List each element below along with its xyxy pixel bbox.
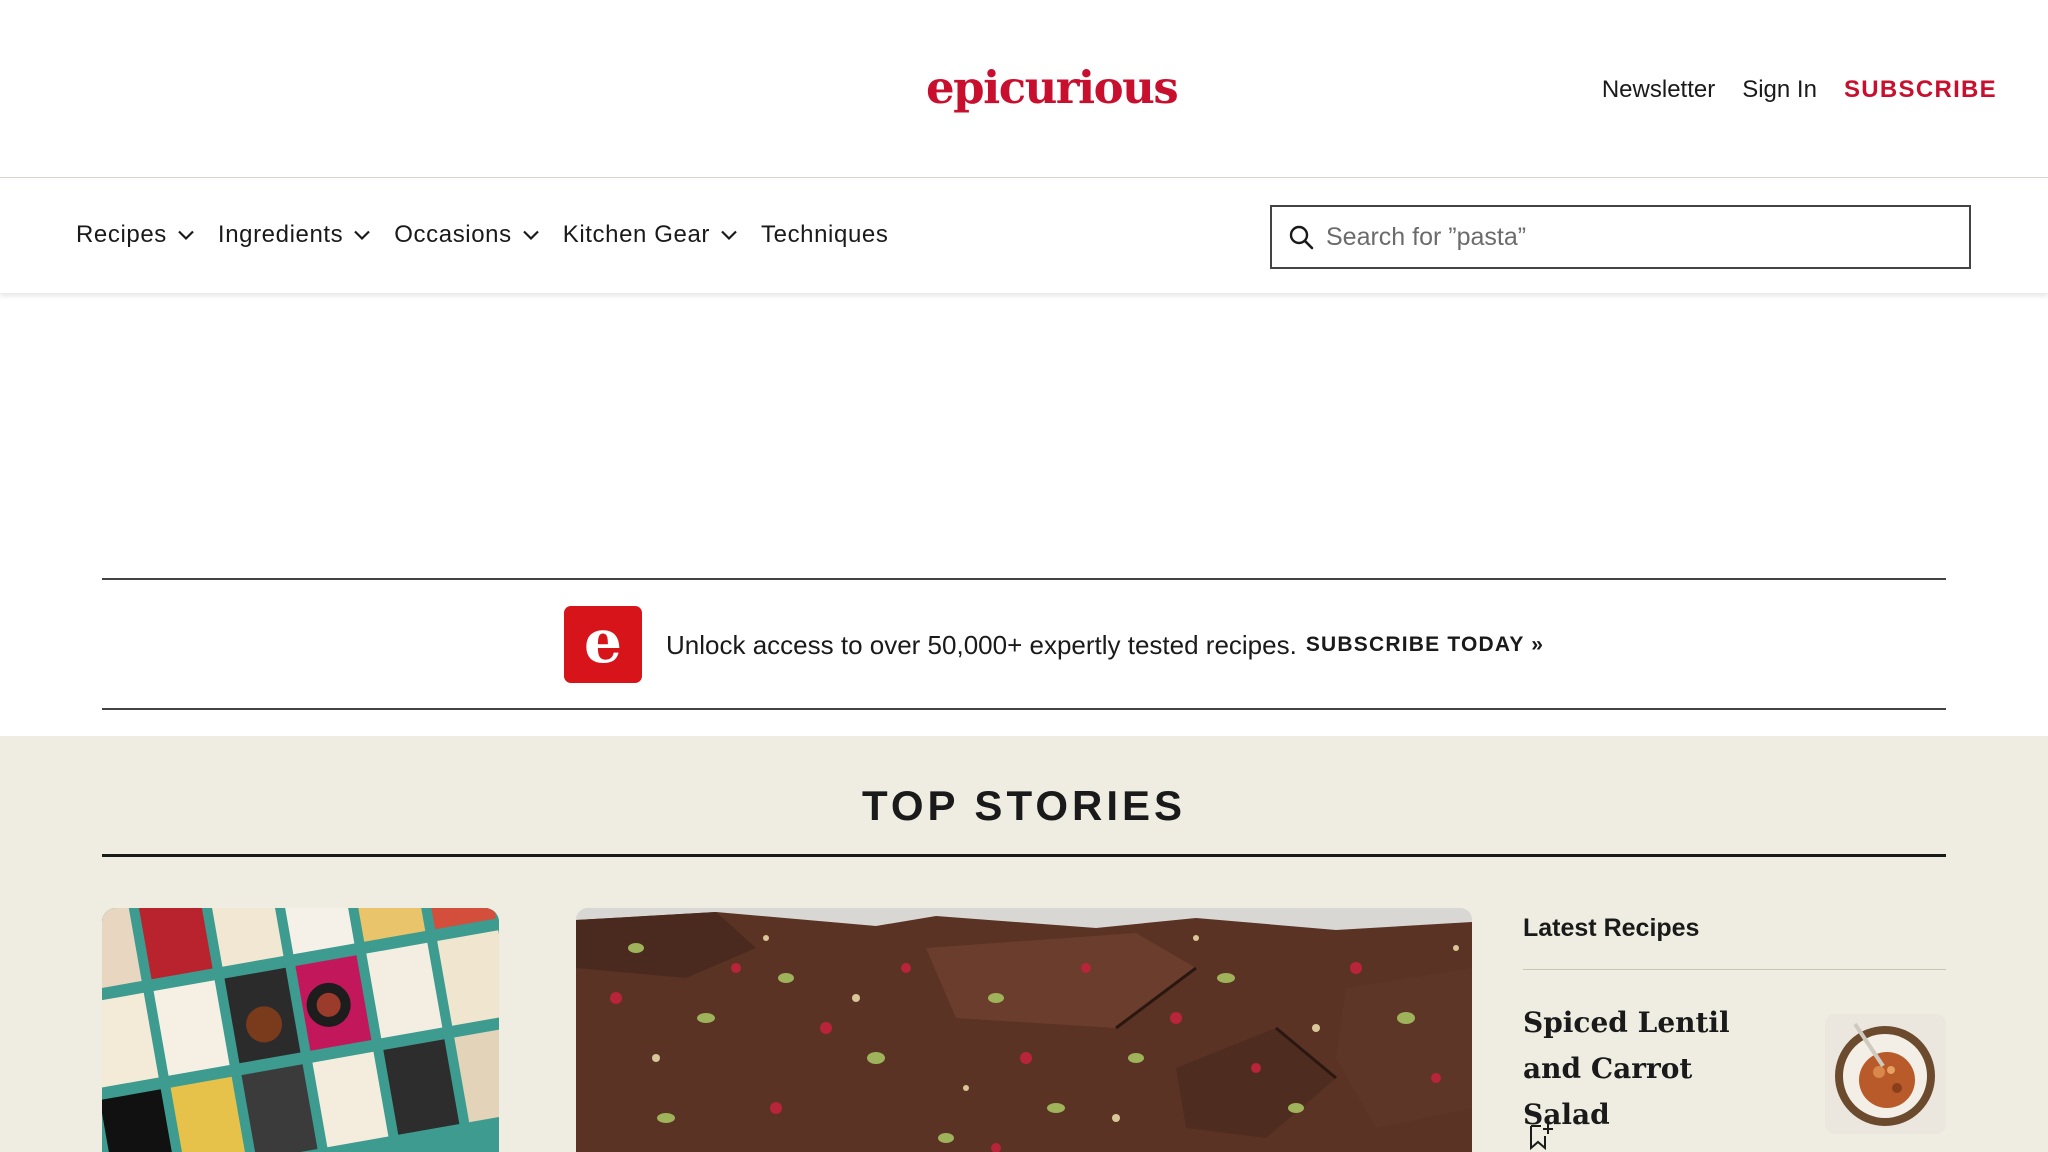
main-nav-bar: Recipes Ingredients Occasions Kitchen Ge… [0,179,2048,293]
account-links: Newsletter Sign In SUBSCRIBE [1602,74,1997,106]
recipe-thumbnail[interactable] [1825,1014,1946,1134]
site-header: epicurious Newsletter Sign In SUBSCRIBE [0,0,2048,178]
bookmark-plus-icon[interactable] [1527,1122,1555,1150]
latest-recipes-panel: Latest Recipes Spiced Lentil and Carrot … [1523,908,1946,1150]
nav-item-label: Ingredients [217,221,344,248]
sign-in-link[interactable]: Sign In [1742,74,1817,106]
chevron-down-icon [522,230,539,241]
nav-item-label: Occasions [394,221,512,248]
section-title: TOP STORIES [861,782,1187,829]
logo-letter: e [583,607,623,677]
search-icon[interactable] [1287,223,1315,251]
subscribe-today-link[interactable]: SUBSCRIBE TODAY » [1306,628,1544,662]
promo-text: Unlock access to over 50,000+ expertly t… [666,629,1297,660]
nav-item-label: Kitchen Gear [562,221,711,248]
chevron-down-icon [178,230,194,241]
cookbooks-story-card[interactable] [102,908,499,1152]
top-stories-section: TOP STORIES Latest Recipes Spiced Lentil… [0,736,2048,1152]
nav-item-occasions[interactable]: Occasions [394,219,540,251]
search-input[interactable] [1326,212,1946,262]
chevron-down-icon [721,230,737,241]
subscribe-link[interactable]: SUBSCRIBE [1844,74,1997,106]
promo-content: e Unlock access to over 50,000+ expertly… [564,606,1544,683]
newsletter-link[interactable]: Newsletter [1602,74,1715,106]
recipe-title[interactable]: Spiced Lentil and Carrot Salad [1523,1000,1783,1138]
nav-item-techniques[interactable]: Techniques [761,219,888,251]
section-divider [102,854,1946,857]
latest-recipes-heading: Latest Recipes [1523,914,1700,942]
list-item[interactable]: Spiced Lentil and Carrot Salad [1523,1000,1946,1150]
featured-story-card[interactable] [576,908,1472,1152]
nav-item-recipes[interactable]: Recipes [76,219,196,251]
epicurious-e-logo: e [564,606,642,683]
lentil-salad-image [1825,1014,1946,1134]
latest-divider [1523,969,1946,970]
nav-item-label: Recipes [76,221,167,248]
cookbooks-image [102,908,499,1152]
site-logo[interactable]: epicurious [926,58,1179,118]
subscribe-promo-banner: e Unlock access to over 50,000+ expertly… [102,578,1946,710]
main-nav: Recipes Ingredients Occasions Kitchen Ge… [76,219,888,251]
chocolate-bark-image [576,908,1472,1152]
promo-cta-label: SUBSCRIBE TODAY [1305,632,1525,656]
promo-cta-arrow: » [1531,632,1545,656]
nav-item-label: Techniques [761,221,889,248]
nav-item-ingredients[interactable]: Ingredients [218,219,372,251]
chevron-down-icon [354,230,371,241]
nav-item-kitchen-gear[interactable]: Kitchen Gear [563,219,739,251]
search-box[interactable] [1270,205,1971,269]
